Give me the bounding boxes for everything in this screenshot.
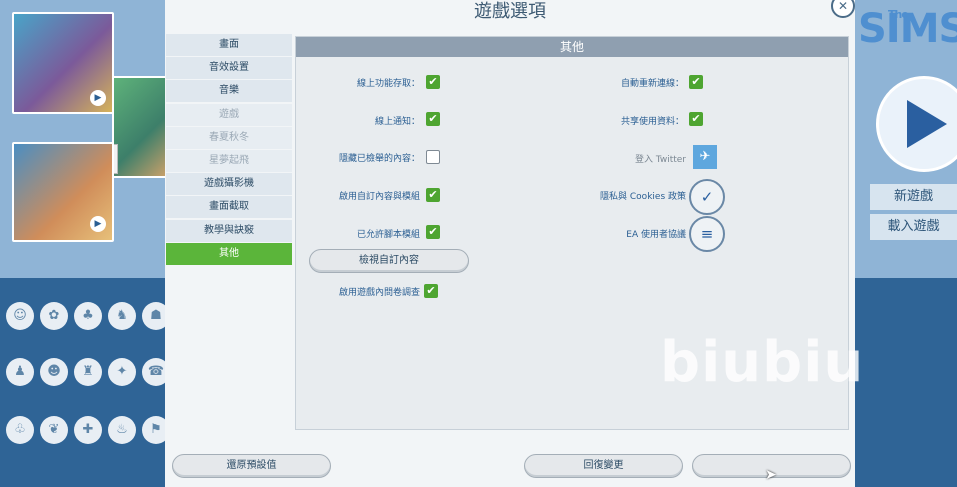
view-custom-content-button[interactable]: 檢視自訂內容 — [309, 249, 469, 273]
menu-item-gameplay[interactable]: 遊戲 — [166, 103, 292, 126]
option-label-script-mods: 已允許腳本模組 — [356, 230, 420, 240]
menu-item-music[interactable]: 音樂 — [166, 80, 292, 103]
menu-item-capture[interactable]: 畫面截取 — [166, 196, 292, 219]
pack-thumbnail-1[interactable]: ▶ — [12, 12, 114, 114]
option-label-share-usage-data: 共享使用資料： — [620, 117, 684, 127]
privacy-shield-icon[interactable]: ✓ — [689, 179, 725, 215]
trait-icon[interactable]: ☻ — [40, 358, 68, 386]
trait-icon[interactable]: ✦ — [108, 358, 136, 386]
trait-icon[interactable]: ✚ — [74, 416, 102, 444]
revert-changes-button[interactable]: 回復變更 — [524, 454, 683, 478]
checkbox-online-notifications[interactable]: ✔ — [426, 112, 440, 126]
watermark: biubiu — [660, 330, 865, 395]
twitter-login-label: 登入 Twitter — [634, 155, 686, 165]
sims-logo: The SIMS — [858, 6, 957, 52]
trait-icon[interactable]: ✿ — [40, 302, 68, 330]
logo-small-text: The — [888, 8, 909, 21]
eula-label: EA 使用者協議 — [626, 230, 686, 240]
checkbox-share-usage-data[interactable]: ✔ — [689, 112, 703, 126]
pack-thumbnail-2[interactable] — [112, 76, 168, 178]
option-label-enable-custom-content: 啟用自訂內容與模組 — [338, 192, 420, 202]
pack-thumbnail-3[interactable]: ▶ — [12, 142, 114, 242]
checkbox-hide-reported[interactable] — [426, 150, 440, 164]
privacy-policy-label: 隱私與 Cookies 政策 — [600, 192, 686, 202]
checkbox-enable-custom-content[interactable]: ✔ — [426, 188, 440, 202]
option-label-in-game-survey: 啟用遊戲內問卷調查 — [338, 288, 420, 298]
checkbox-in-game-survey[interactable]: ✔ — [424, 284, 438, 298]
load-game-button[interactable]: 載入遊戲 — [870, 214, 957, 240]
trait-icon-row: ♧ ❦ ✚ ♨ ⚑ — [6, 416, 170, 444]
menu-item-seasons[interactable]: 春夏秋冬 — [166, 126, 292, 149]
trait-icon-row: ♟ ☻ ♜ ✦ ☎ — [6, 358, 170, 386]
trait-icon[interactable]: ☺ — [6, 302, 34, 330]
new-game-button[interactable]: 新遊戲 — [870, 184, 957, 210]
checkbox-online-access[interactable]: ✔ — [426, 75, 440, 89]
trait-icon[interactable]: ♞ — [108, 302, 136, 330]
option-label-online-access: 線上功能存取： — [356, 79, 420, 89]
menu-item-other[interactable]: 其他 — [166, 242, 292, 265]
play-icon: ▶ — [90, 90, 106, 106]
trait-icon[interactable]: ♧ — [6, 416, 34, 444]
options-menu: 畫面 音效設置 音樂 遊戲 春夏秋冬 星夢起飛 遊戲攝影機 畫面截取 教學與訣竅… — [166, 34, 292, 266]
menu-item-get-famous[interactable]: 星夢起飛 — [166, 149, 292, 172]
option-label-hide-reported: 隱藏已檢舉的內容： — [338, 154, 420, 164]
option-label-online-notifications: 線上通知： — [374, 117, 420, 127]
menu-item-graphics[interactable]: 畫面 — [166, 34, 292, 56]
document-icon[interactable]: ≡ — [689, 216, 725, 252]
dialog-title: 遊戲選項 — [474, 1, 546, 22]
menu-item-tutorial[interactable]: 教學與訣竅 — [166, 219, 292, 242]
checkbox-auto-reconnect[interactable]: ✔ — [689, 75, 703, 89]
trait-icon[interactable]: ♜ — [74, 358, 102, 386]
checkbox-script-mods[interactable]: ✔ — [426, 225, 440, 239]
trait-icon[interactable]: ♣ — [74, 302, 102, 330]
play-icon: ▶ — [90, 216, 106, 232]
trait-icon[interactable]: ♨ — [108, 416, 136, 444]
twitter-icon[interactable]: ✈ — [693, 145, 717, 169]
trait-icon-row: ☺ ✿ ♣ ♞ ☗ — [6, 302, 170, 330]
panel-header: 其他 — [296, 37, 848, 57]
trait-icon[interactable]: ❦ — [40, 416, 68, 444]
menu-item-camera[interactable]: 遊戲攝影機 — [166, 173, 292, 196]
menu-item-sound[interactable]: 音效設置 — [166, 57, 292, 80]
restore-defaults-button[interactable]: 還原預設值 — [172, 454, 331, 478]
trait-icon[interactable]: ♟ — [6, 358, 34, 386]
option-label-auto-reconnect: 自動重新連線： — [620, 79, 684, 89]
cursor-icon: ➤ — [765, 467, 777, 483]
